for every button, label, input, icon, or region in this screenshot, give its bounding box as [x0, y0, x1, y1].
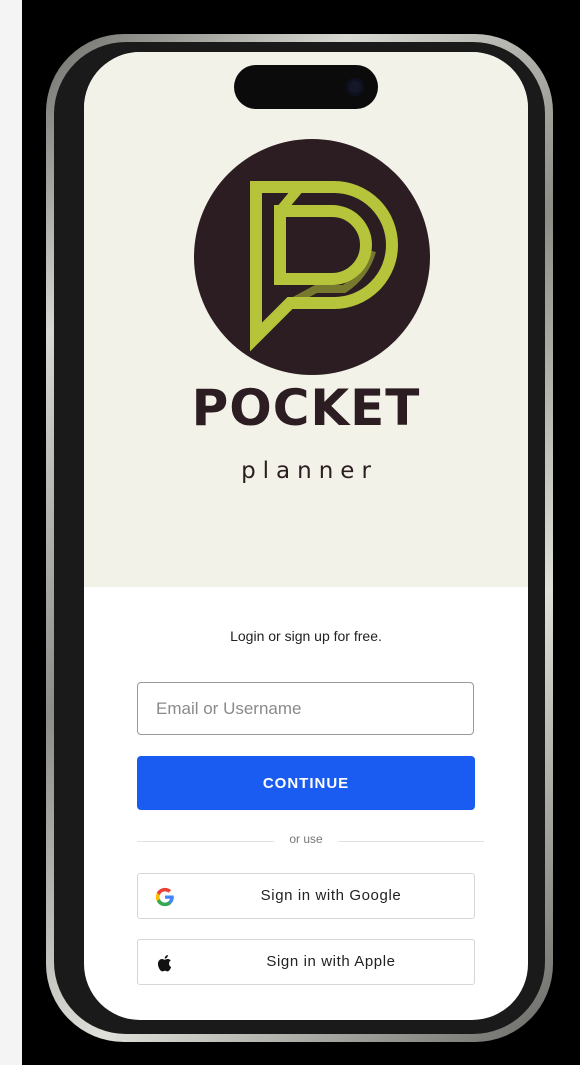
phone-screen: POCKET planner Login or sign up for free… [84, 52, 528, 1020]
continue-button[interactable]: CONTINUE [137, 756, 475, 810]
apple-signin-button[interactable]: Sign in with Apple [137, 939, 475, 985]
google-icon [155, 887, 174, 907]
divider-line-left [137, 841, 274, 842]
email-username-input[interactable] [137, 682, 474, 735]
logo-badge [194, 139, 430, 375]
brand-subtitle: planner [241, 458, 378, 484]
google-signin-label: Sign in with Google [260, 887, 402, 904]
brand-hero: POCKET planner [84, 52, 528, 587]
dynamic-island [234, 65, 378, 109]
divider-label: or use [274, 832, 338, 846]
pocket-planner-logo-icon [250, 181, 398, 352]
apple-signin-label: Sign in with Apple [266, 953, 396, 970]
front-camera [346, 78, 364, 96]
brand-title: POCKET [191, 379, 421, 437]
divider-line-right [338, 841, 484, 842]
login-tagline: Login or sign up for free. [230, 628, 382, 644]
apple-icon [157, 955, 172, 972]
google-signin-button[interactable]: Sign in with Google [137, 873, 475, 919]
